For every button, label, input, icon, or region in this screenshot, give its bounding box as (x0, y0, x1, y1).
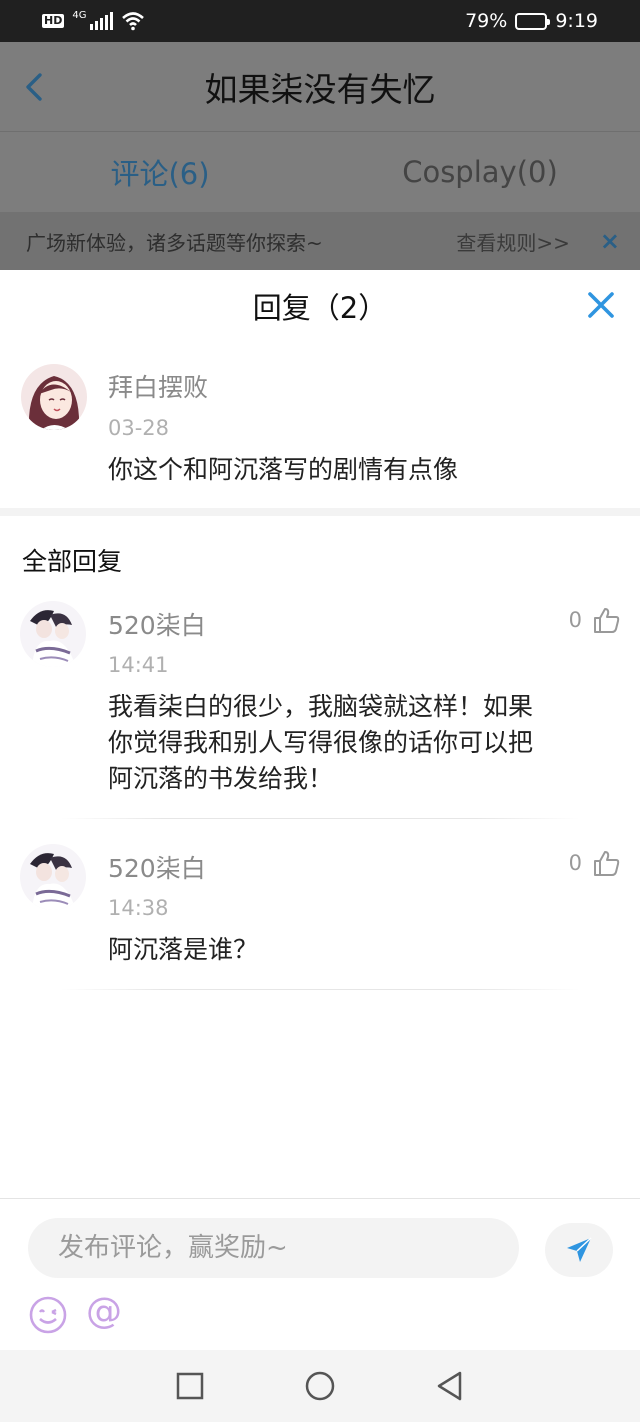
reply-time: 14:41 (108, 653, 169, 677)
back-icon[interactable] (434, 1370, 466, 1402)
page-title: 如果柒没有失忆 (204, 69, 436, 109)
clock: 9:19 (555, 10, 598, 32)
battery-icon (515, 12, 551, 30)
view-rules-link[interactable]: 查看规则>> (456, 227, 570, 256)
reply-text: 阿沉落是谁？ (108, 935, 259, 964)
mention-button[interactable]: @ (86, 1291, 122, 1332)
like-count: 0 (568, 608, 582, 632)
hd-icon: HD (42, 14, 65, 28)
avatar[interactable] (20, 844, 86, 910)
reply-divider (60, 989, 580, 990)
like-button[interactable]: 0 (569, 606, 620, 634)
avatar[interactable] (20, 601, 86, 667)
network-type: 4G (72, 9, 87, 21)
close-icon[interactable] (586, 290, 616, 320)
comment-text: 你这个和阿沉落写的剧情有点像 (108, 455, 459, 484)
avatar[interactable] (21, 364, 87, 430)
comment-author[interactable]: 拜白摆败 (108, 368, 208, 404)
like-button[interactable]: 0 (569, 849, 620, 877)
thumbs-up-icon (594, 851, 620, 876)
reply-author[interactable]: 520柒白 (108, 606, 206, 642)
reply-sheet: 回复（2） 拜白摆败 03-28 你这个和阿沉落写的剧情有点像 全部回复 520… (0, 270, 640, 1350)
underlying-page: 如果柒没有失忆 评论(6) Cosplay(0) 广场新体验，诸多话题等你探索~… (0, 42, 640, 270)
back-arrow-icon[interactable] (22, 72, 46, 102)
tab-comments[interactable]: 评论(6) (0, 132, 320, 212)
system-nav-bar (0, 1350, 640, 1422)
status-bar: HD 4G 79% 9:19 (0, 0, 640, 42)
banner-text: 广场新体验，诸多话题等你探索~ (26, 230, 323, 255)
section-divider (0, 508, 640, 516)
banner-close-icon[interactable]: × (600, 227, 620, 255)
emoji-icon[interactable] (28, 1295, 68, 1335)
topic-banner: 广场新体验，诸多话题等你探索~ 查看规则>> × (0, 212, 640, 270)
all-replies-title: 全部回复 (22, 547, 123, 576)
tab-bar: 评论(6) Cosplay(0) (0, 132, 640, 212)
reply-time: 14:38 (108, 896, 169, 920)
tab-cosplay[interactable]: Cosplay(0) (320, 132, 640, 212)
compose-bar: @ (0, 1198, 640, 1350)
signal-icon (90, 12, 114, 30)
reply-author[interactable]: 520柒白 (108, 849, 206, 885)
like-count: 0 (568, 851, 582, 875)
reply-divider (60, 818, 580, 819)
reply-text: 我看柒白的很少，我脑袋就这样！如果 你觉得我和别人写得很像的话你可以把 阿沉落的… (108, 692, 534, 793)
recents-icon[interactable] (174, 1370, 206, 1402)
sheet-header: 回复（2） (0, 270, 640, 342)
wifi-icon (122, 12, 145, 31)
comment-input[interactable] (28, 1218, 519, 1278)
home-icon[interactable] (304, 1370, 336, 1402)
battery-percent: 79% (465, 10, 508, 32)
comment-time: 03-28 (108, 416, 170, 440)
send-button[interactable] (545, 1223, 613, 1277)
thumbs-up-icon (594, 608, 620, 633)
sheet-title: 回复（2） (252, 291, 388, 325)
send-icon (567, 1237, 592, 1262)
top-bar: 如果柒没有失忆 (0, 42, 640, 132)
